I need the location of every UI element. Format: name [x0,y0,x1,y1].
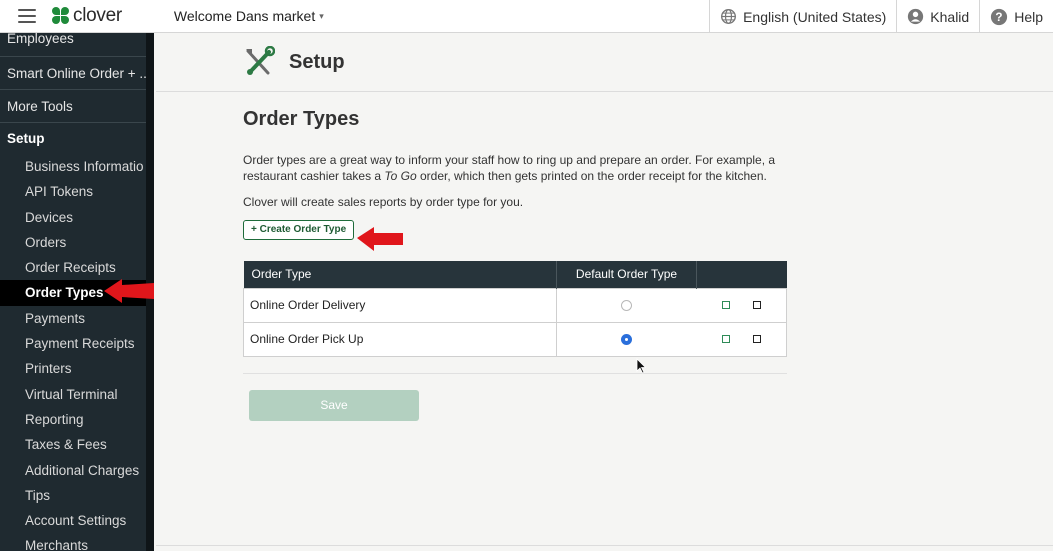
sidebar-item-employees[interactable]: Employees [0,33,154,57]
welcome-text: Welcome Dans market [173,8,316,24]
sidebar-item-virtual-terminal[interactable]: Virtual Terminal [0,382,154,407]
table-row: Online Order Delivery [243,287,787,323]
sidebar-item-reporting[interactable]: Reporting [0,407,154,432]
sidebar-item-payments[interactable]: Payments [0,306,154,331]
order-types-table: Order Type Default Order Type Online Ord… [243,261,787,357]
bottom-divider [156,545,1053,546]
user-avatar-icon [908,8,924,25]
order-type-name: Online Order Pick Up [243,321,557,357]
sales-report-note: Clover will create sales reports by orde… [243,195,524,209]
order-types-heading: Order Types [243,108,360,130]
merchant-switcher[interactable]: Welcome Dans market ▾ [174,8,324,24]
actions-cell [696,321,787,357]
actions-cell [696,287,787,323]
sidebar-section-setup[interactable]: Setup [0,123,154,154]
page-title: Setup [289,50,345,73]
order-types-description: Order types are a great way to inform yo… [243,153,803,184]
help-label: Help [1014,8,1043,25]
sidebar-item-account-settings[interactable]: Account Settings [0,508,154,533]
order-type-name: Online Order Delivery [243,287,557,323]
svg-text:?: ? [996,11,1003,24]
help-menu[interactable]: ? Help [979,0,1053,33]
column-header-order-type: Order Type [243,261,557,288]
sidebar-item-taxes-fees[interactable]: Taxes & Fees [0,432,154,457]
logo-text: clover [73,5,122,26]
edit-checkbox-icon[interactable] [721,335,730,343]
sidebar-item-payment-receipts[interactable]: Payment Receipts [0,331,154,356]
sidebar-item-merchants[interactable]: Merchants [0,533,154,551]
sidebar-item-printers[interactable]: Printers [0,356,154,381]
edit-checkbox-icon[interactable] [721,301,730,309]
default-radio-selected[interactable] [621,334,633,346]
description-text-2: order, which then gets printed on the or… [416,168,767,183]
sidebar-item-more-tools[interactable]: More Tools [0,90,154,123]
table-divider [243,372,787,374]
user-menu[interactable]: Khalid [896,0,979,33]
chevron-down-icon: ▾ [319,10,324,21]
main-content: Setup Order Types Order types are a grea… [156,33,1053,551]
sidebar-item-orders[interactable]: Orders [0,230,154,255]
table-row: Online Order Pick Up [243,321,787,357]
top-bar: clover Welcome Dans market ▾ English (Un… [0,0,1053,33]
create-order-type-button[interactable]: + Create Order Type [243,220,355,240]
sidebar-item-api-tokens[interactable]: API Tokens [0,179,154,204]
default-radio-cell [556,287,697,323]
page-header: Setup [156,33,1053,92]
clover-leaf-icon [52,7,70,25]
language-selector[interactable]: English (United States) [709,0,896,33]
sidebar-item-devices[interactable]: Devices [0,205,154,230]
default-radio-cell [556,321,697,357]
annotation-arrow-sidebar-icon [104,279,154,303]
mouse-cursor-icon [636,358,646,374]
column-header-actions [696,261,787,288]
globe-icon [721,9,737,24]
save-button[interactable]: Save [249,389,419,421]
user-name: Khalid [930,8,970,25]
sidebar-item-additional-charges[interactable]: Additional Charges [0,458,154,483]
select-checkbox-icon[interactable] [752,301,761,309]
sidebar-item-smart-online-order[interactable]: Smart Online Order + ... [0,57,154,90]
help-icon: ? [991,8,1008,25]
language-label: English (United States) [743,8,887,25]
select-checkbox-icon[interactable] [752,335,761,343]
annotation-arrow-create-icon [357,227,403,251]
column-header-default: Default Order Type [556,261,697,288]
hamburger-menu-icon[interactable] [18,9,36,23]
description-emphasis: To Go [384,168,417,183]
sidebar-item-tips[interactable]: Tips [0,483,154,508]
default-radio[interactable] [621,300,633,312]
wrench-screwdriver-icon [246,46,275,75]
table-header-row: Order Type Default Order Type [243,261,787,288]
sidebar-item-business-information[interactable]: Business Informatio [0,154,154,179]
clover-logo[interactable]: clover [52,5,122,27]
